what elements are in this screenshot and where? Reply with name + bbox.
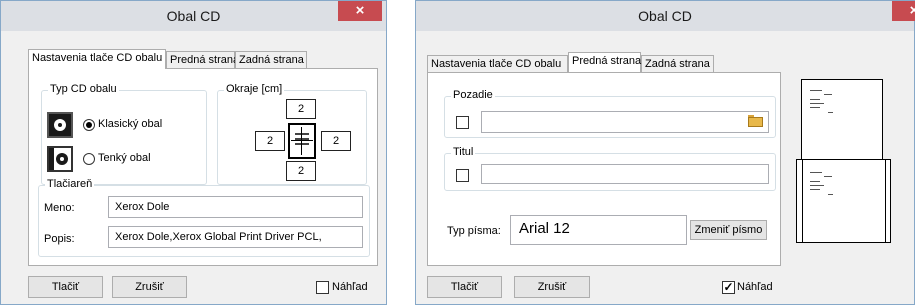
printer-name-label: Meno:	[44, 202, 75, 214]
folder-open-icon[interactable]	[748, 115, 763, 127]
radio-classic-case[interactable]	[83, 119, 95, 131]
tab-panel: Pozadie Titul Typ písma: Arial 12 Zmeniť…	[427, 72, 781, 266]
background-group: Pozadie	[444, 89, 776, 138]
preview-label: Náhľad	[737, 281, 773, 293]
printer-group: Tlačiareň Meno: Xerox Dole Popis: Xerox …	[38, 178, 370, 257]
close-button[interactable]: ×	[338, 1, 382, 21]
background-path-field[interactable]	[481, 111, 769, 133]
printer-name-field: Xerox Dole	[108, 196, 363, 218]
window-title: Obal CD	[638, 8, 692, 24]
title-checkbox[interactable]	[456, 169, 469, 182]
close-button[interactable]: ×	[892, 1, 915, 21]
margins-page-icon	[288, 123, 316, 159]
printer-label: Tlačiareň	[45, 178, 95, 190]
title-group-label: Titul	[451, 146, 476, 158]
tab-back-side[interactable]: Zadná strana	[235, 51, 307, 69]
preview-front-page	[801, 79, 883, 161]
margins-label: Okraje [cm]	[224, 83, 285, 95]
window-title: Obal CD	[166, 8, 221, 24]
margin-right-input[interactable]: 2	[321, 131, 351, 151]
background-label: Pozadie	[451, 89, 495, 101]
title-text-field[interactable]	[481, 164, 769, 184]
margin-left-input[interactable]: 2	[255, 131, 285, 151]
preview-checkbox[interactable]: ✓	[722, 281, 735, 294]
preview-label: Náhľad	[332, 281, 368, 293]
cancel-button[interactable]: Zrušiť	[514, 276, 590, 298]
dialog-window-front-side: Obal CD × Nastavenia tlače CD obalu Pred…	[415, 0, 915, 305]
title-group: Titul	[444, 146, 776, 191]
printer-desc-field: Xerox Dole,Xerox Global Print Driver PCL…	[108, 226, 363, 248]
tab-front-side[interactable]: Predná strana	[568, 52, 641, 72]
tab-print-settings[interactable]: Nastavenia tlače CD obalu	[427, 55, 568, 73]
title-bar: Obal CD ×	[1, 1, 386, 31]
radio-slim-case[interactable]	[83, 153, 95, 165]
cancel-button[interactable]: Zrušiť	[112, 276, 187, 298]
margin-top-input[interactable]: 2	[286, 99, 316, 119]
change-font-button[interactable]: Zmeniť písmo	[690, 220, 767, 240]
dialog-window-print-settings: Obal CD × Nastavenia tlače CD obalu Pred…	[0, 0, 387, 305]
preview-back-page	[796, 159, 891, 243]
font-type-field: Arial 12	[510, 215, 687, 245]
tab-back-side[interactable]: Zadná strana	[641, 55, 714, 73]
preview-checkbox[interactable]	[316, 281, 329, 294]
tab-print-settings[interactable]: Nastavenia tlače CD obalu	[28, 49, 166, 69]
classic-case-icon	[47, 112, 73, 138]
tab-front-side[interactable]: Predná strana	[166, 51, 239, 69]
title-bar: Obal CD ×	[416, 1, 915, 31]
margins-group: Okraje [cm] 2 2 2 2	[217, 83, 367, 185]
font-type-label: Typ písma:	[447, 225, 501, 237]
cd-type-group: Typ CD obalu Klasický obal Tenký obal	[41, 83, 207, 185]
print-button[interactable]: Tlačiť	[427, 276, 502, 298]
tab-panel: Typ CD obalu Klasický obal Tenký obal Ok…	[28, 68, 378, 266]
printer-desc-label: Popis:	[44, 233, 75, 245]
cd-type-label: Typ CD obalu	[48, 83, 119, 95]
slim-case-label: Tenký obal	[98, 152, 151, 164]
slim-case-icon	[47, 146, 73, 172]
background-checkbox[interactable]	[456, 116, 469, 129]
classic-case-label: Klasický obal	[98, 118, 163, 130]
print-button[interactable]: Tlačiť	[28, 276, 103, 298]
margin-bottom-input[interactable]: 2	[286, 161, 316, 181]
